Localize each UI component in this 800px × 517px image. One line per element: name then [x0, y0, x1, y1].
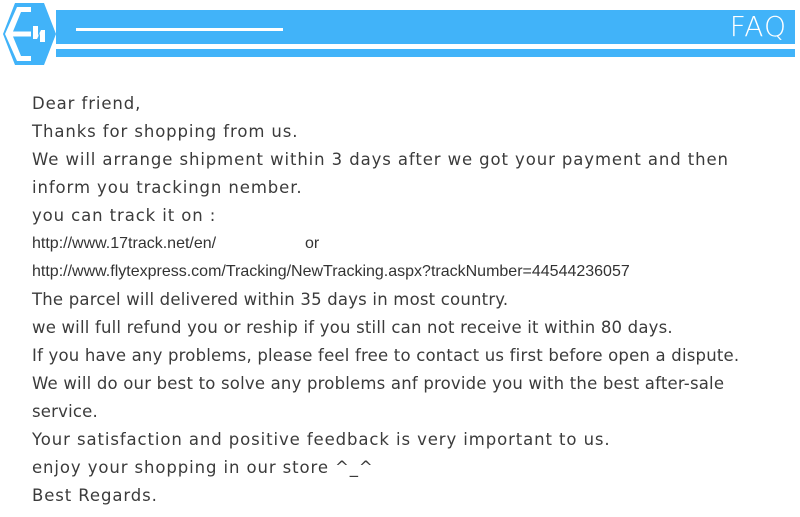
header-decorative-rule: [76, 28, 283, 31]
faq-line-signoff: Best Regards.: [32, 486, 158, 505]
faq-line-enjoy: enjoy your shopping in our store ^_^: [32, 458, 374, 477]
page-title: FAQ: [729, 10, 787, 43]
faq-line-dispute-notice: If you have any problems, please feel fr…: [32, 346, 740, 365]
faq-line-greeting: Dear friend,: [32, 94, 142, 113]
hexagon-lightning-badge-icon: [0, 2, 56, 66]
faq-line-tracking-url-1[interactable]: http://www.17track.net/en/ or: [32, 230, 784, 258]
header-secondary-bar: [56, 49, 795, 57]
faq-line-refund-policy: we will full refund you or reship if you…: [32, 318, 673, 337]
faq-line-shipping-1: We will arrange shipment within 3 days a…: [32, 150, 729, 169]
faq-line-thanks: Thanks for shopping from us.: [32, 122, 299, 141]
faq-line-after-sale-2: service.: [32, 402, 98, 421]
faq-line-shipping-2: inform you trackingn nember.: [32, 178, 303, 197]
faq-line-feedback: Your satisfaction and positive feedback …: [32, 430, 611, 449]
faq-message-body: Dear friend, Thanks for shopping from us.…: [32, 90, 784, 510]
faq-line-track-intro: you can track it on :: [32, 206, 217, 225]
header-banner: FAQ: [0, 0, 800, 72]
faq-line-after-sale-1: We will do our best to solve any problem…: [32, 374, 725, 393]
header-primary-bar: [56, 10, 795, 44]
faq-line-delivery-time: The parcel will delivered within 35 days…: [32, 290, 509, 309]
faq-line-tracking-url-2[interactable]: http://www.flytexpress.com/Tracking/NewT…: [32, 258, 784, 286]
